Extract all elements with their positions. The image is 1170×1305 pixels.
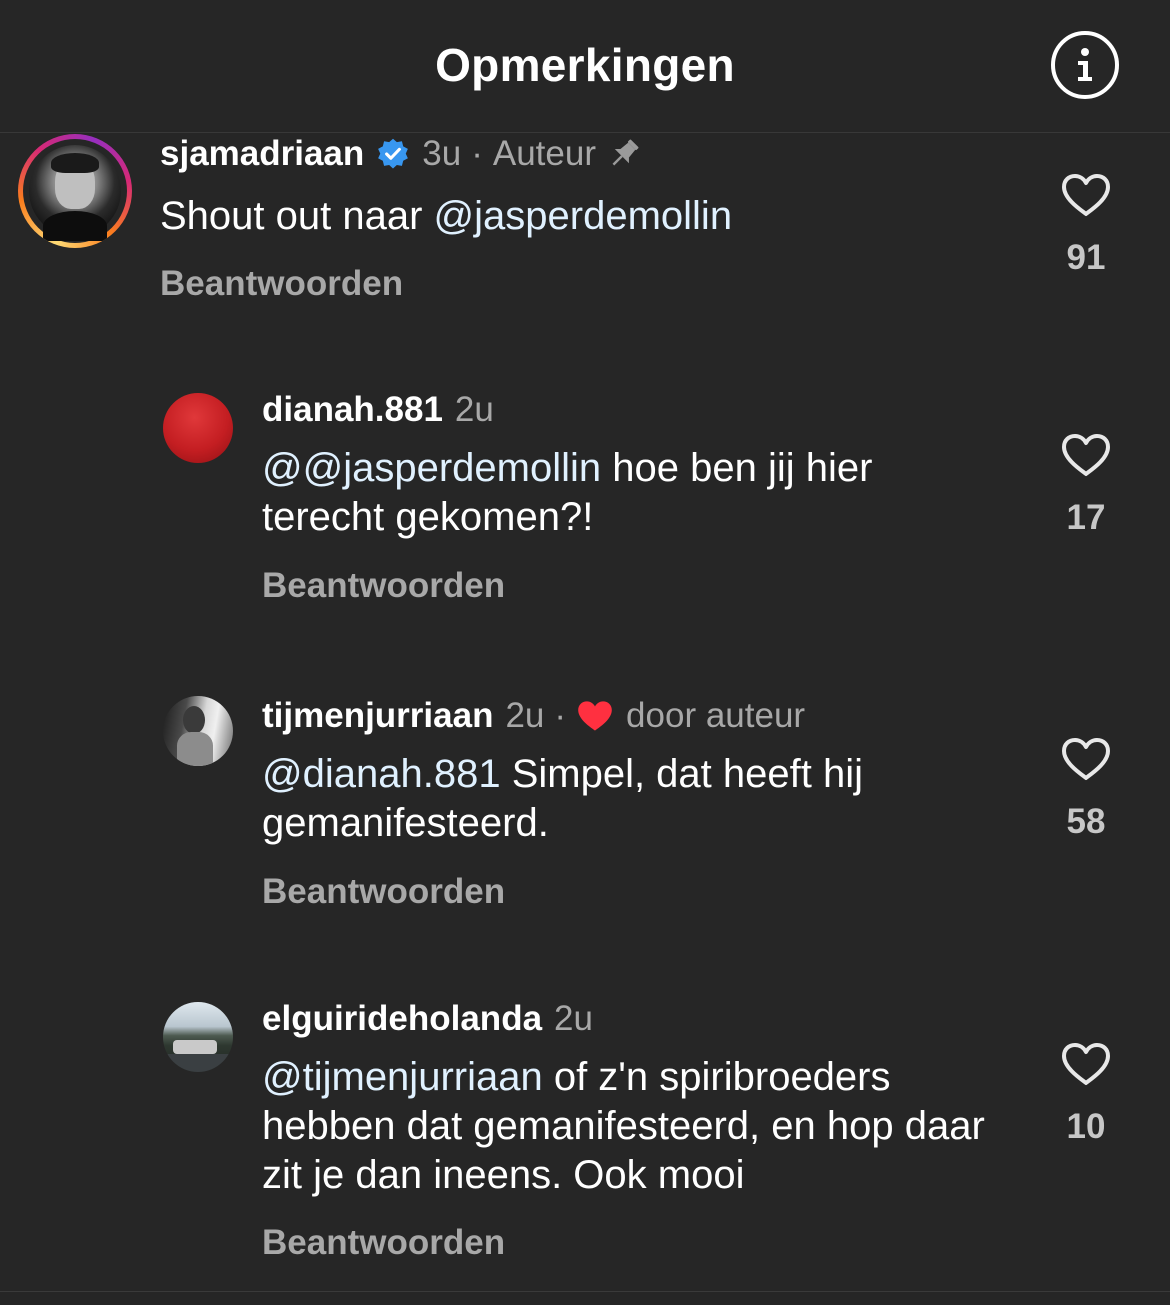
comment-username[interactable]: sjamadriaan [160, 134, 364, 174]
comment-username[interactable]: tijmenjurriaan [262, 696, 493, 736]
reply-button[interactable]: Beantwoorden [262, 1223, 505, 1263]
avatar[interactable] [163, 1002, 233, 1072]
heart-filled-icon [578, 701, 612, 731]
heart-icon[interactable] [1060, 736, 1112, 782]
page-title: Opmerkingen [435, 39, 735, 91]
comment-text: Shout out naar @jasperdemollin [160, 194, 733, 238]
like-area: 58 [1036, 736, 1136, 842]
pin-icon [612, 139, 639, 166]
comment-time: 2u [454, 390, 494, 429]
mention-link[interactable]: @@jasperdemollin [262, 446, 601, 490]
comment-text: @dianah.881 Simpel, dat heeft hij gemani… [262, 752, 863, 845]
like-area: 10 [1036, 1041, 1136, 1147]
comment-username[interactable]: dianah.881 [262, 390, 443, 430]
reply-button[interactable]: Beantwoorden [160, 264, 403, 304]
mention-link[interactable]: @dianah.881 [262, 752, 501, 796]
author-label: Auteur [492, 134, 596, 173]
comment-time: 3u [422, 134, 462, 173]
heart-icon[interactable] [1060, 432, 1112, 478]
avatar[interactable] [163, 696, 233, 766]
like-count: 58 [1066, 802, 1106, 841]
header-bar: Opmerkingen [0, 0, 1170, 133]
comment-time: 2u [505, 696, 545, 735]
verified-badge-icon [378, 138, 409, 169]
like-area: 91 [1036, 172, 1136, 278]
reply-button[interactable]: Beantwoorden [262, 566, 505, 606]
info-icon [1078, 48, 1092, 81]
reply-button[interactable]: Beantwoorden [262, 872, 505, 912]
comment-username[interactable]: elguirideholanda [262, 999, 542, 1039]
like-count: 91 [1066, 238, 1106, 277]
like-area: 17 [1036, 432, 1136, 538]
comment-text: @@jasperdemollin hoe ben jij hier terech… [262, 446, 873, 539]
mention-link[interactable]: @jasperdemollin [434, 194, 733, 238]
like-count: 17 [1066, 498, 1106, 537]
like-count: 10 [1066, 1107, 1106, 1146]
info-button[interactable] [1051, 31, 1119, 99]
meta-separator: · [554, 696, 567, 735]
avatar[interactable] [163, 393, 233, 463]
divider [0, 1291, 1170, 1292]
liked-by-author-label: door auteur [626, 696, 806, 735]
meta-separator: · [471, 134, 483, 173]
comment-text: @tijmenjurriaan of z'n spiribroeders heb… [262, 1055, 985, 1197]
heart-icon[interactable] [1060, 1041, 1112, 1087]
comment-time: 2u [554, 999, 593, 1038]
avatar[interactable] [18, 134, 132, 248]
mention-link[interactable]: @tijmenjurriaan [262, 1055, 543, 1099]
heart-icon[interactable] [1060, 172, 1112, 218]
